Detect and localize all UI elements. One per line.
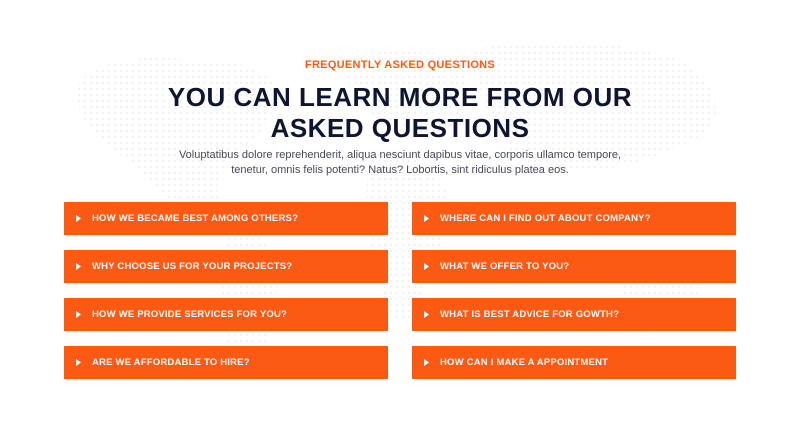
caret-right-icon [64,215,90,222]
caret-right-icon [64,263,90,270]
heading-line-2: ASKED QUESTIONS [270,113,530,143]
faq-item-provide-services[interactable]: HOW WE PROVIDE SERVICES FOR YOU? [64,298,388,331]
faq-question: HOW CAN I MAKE A APPOINTMENT [440,357,609,368]
faq-item-about-company[interactable]: WHERE CAN I FIND OUT ABOUT COMPANY? [412,202,736,235]
faq-question: HOW WE PROVIDE SERVICES FOR YOU? [92,309,288,320]
caret-right-icon [412,215,438,222]
faq-item-why-choose-us[interactable]: WHY CHOOSE US FOR YOUR PROJECTS? [64,250,388,283]
faq-item-affordable[interactable]: ARE WE AFFORDABLE TO HIRE? [64,346,388,379]
faq-question: HOW WE BECAME BEST AMONG OTHERS? [92,213,299,224]
description-line-1: Voluptatibus dolore reprehenderit, aliqu… [178,149,622,161]
section-eyebrow: FREQUENTLY ASKED QUESTIONS [304,59,496,71]
caret-right-icon [64,311,90,318]
description-line-2: tenetur, omnis felis potenti? Natus? Lob… [231,164,569,176]
faq-item-make-appointment[interactable]: HOW CAN I MAKE A APPOINTMENT [412,346,736,379]
caret-right-icon [412,359,438,366]
faq-question: WHERE CAN I FIND OUT ABOUT COMPANY? [440,213,651,224]
faq-question: WHAT WE OFFER TO YOU? [440,261,570,272]
faq-question: WHY CHOOSE US FOR YOUR PROJECTS? [92,261,293,272]
faq-question: ARE WE AFFORDABLE TO HIRE? [92,357,250,368]
faq-question: WHAT IS BEST ADVICE FOR GOWTH? [440,309,620,320]
faq-item-what-we-offer[interactable]: WHAT WE OFFER TO YOU? [412,250,736,283]
caret-right-icon [412,263,438,270]
faq-item-best-advice[interactable]: WHAT IS BEST ADVICE FOR GOWTH? [412,298,736,331]
section-heading: YOU CAN LEARN MORE FROM OUR ASKED QUESTI… [150,82,650,144]
caret-right-icon [412,311,438,318]
heading-line-1: YOU CAN LEARN MORE FROM OUR [167,82,633,112]
faq-item-best-among-others[interactable]: HOW WE BECAME BEST AMONG OTHERS? [64,202,388,235]
section-description: Voluptatibus dolore reprehenderit, aliqu… [170,148,630,178]
caret-right-icon [64,359,90,366]
